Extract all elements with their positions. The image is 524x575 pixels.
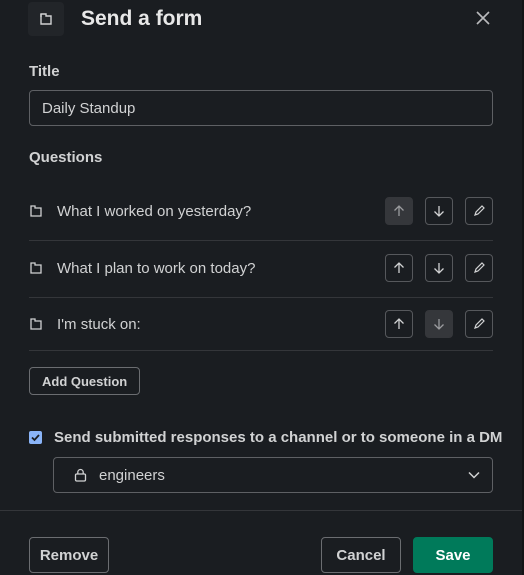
questions-label: Questions <box>29 149 103 166</box>
question-row: I'm stuck on: <box>29 296 493 352</box>
chevron-down-icon <box>468 471 480 479</box>
question-row: What I plan to work on today? <box>29 240 493 296</box>
form-icon <box>28 2 64 36</box>
title-label: Title <box>29 63 60 80</box>
edit-button[interactable] <box>465 310 493 338</box>
arrow-down-icon <box>434 206 444 217</box>
modal-header: Send a form <box>0 0 522 40</box>
pencil-icon <box>474 318 485 329</box>
edit-button[interactable] <box>465 197 493 225</box>
arrow-up-icon <box>394 205 404 216</box>
move-down-button[interactable] <box>425 197 453 225</box>
send-responses-checkbox[interactable] <box>29 431 42 444</box>
send-responses-label: Send submitted responses to a channel or… <box>54 429 503 446</box>
close-icon[interactable] <box>472 7 494 29</box>
move-up-button[interactable] <box>385 254 413 282</box>
add-question-button[interactable]: Add Question <box>29 367 141 395</box>
arrow-up-icon <box>394 318 404 329</box>
arrow-up-icon <box>394 262 404 273</box>
edit-button[interactable] <box>465 254 493 282</box>
channel-select[interactable]: engineers <box>53 457 493 493</box>
move-down-button[interactable] <box>425 254 453 282</box>
form-icon <box>29 203 45 219</box>
form-icon <box>29 316 45 332</box>
question-row: What I worked on yesterday? <box>29 183 493 239</box>
save-button[interactable]: Save <box>413 537 493 573</box>
form-icon <box>29 260 45 276</box>
cancel-button[interactable]: Cancel <box>321 537 401 573</box>
lock-icon <box>74 468 87 482</box>
move-up-button[interactable] <box>385 197 413 225</box>
pencil-icon <box>474 205 485 216</box>
question-text: What I plan to work on today? <box>57 259 256 277</box>
footer-divider <box>0 510 522 511</box>
channel-name: engineers <box>99 466 165 484</box>
send-form-modal: Send a form Title Questions What I worke… <box>0 0 523 575</box>
pencil-icon <box>474 262 485 273</box>
remove-button[interactable]: Remove <box>29 537 109 573</box>
question-text: What I worked on yesterday? <box>57 202 252 220</box>
question-text: I'm stuck on: <box>57 315 141 333</box>
move-up-button[interactable] <box>385 310 413 338</box>
arrow-down-icon <box>434 319 444 330</box>
checkmark-icon <box>31 434 40 442</box>
move-down-button[interactable] <box>425 310 453 338</box>
modal-title: Send a form <box>81 7 203 30</box>
title-input[interactable] <box>29 90 493 126</box>
arrow-down-icon <box>434 263 444 274</box>
divider <box>29 350 493 351</box>
